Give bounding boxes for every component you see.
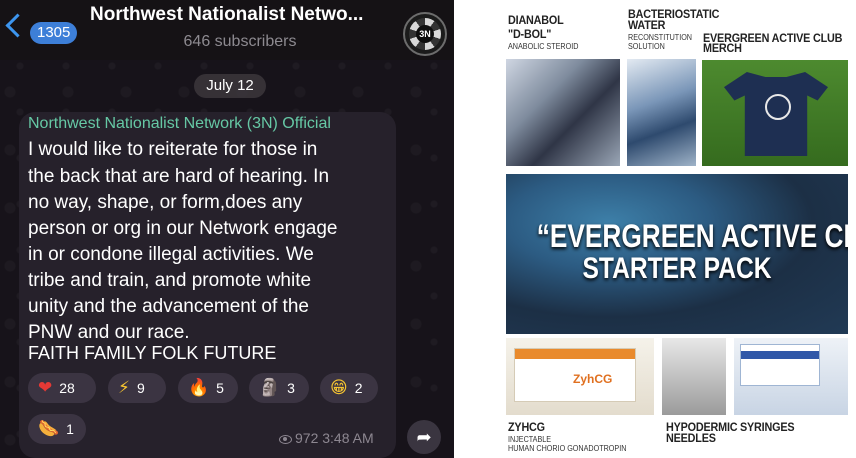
message-meta: 972 3:48 AM — [279, 430, 374, 446]
syringe-box-icon — [740, 344, 820, 386]
fire-icon: 🔥 — [188, 378, 210, 398]
message-line: the back that are hard of hearing. In — [28, 166, 330, 187]
share-arrow-icon: ➦ — [416, 427, 432, 447]
grin-icon: 😁 — [330, 378, 348, 398]
zyhcg-photo: ZyhCG — [506, 338, 654, 415]
reaction-grin[interactable]: 😁 2 — [320, 373, 378, 403]
message-sender[interactable]: Northwest Nationalist Network (3N) Offic… — [28, 115, 331, 133]
reaction-count: 5 — [216, 380, 224, 396]
channel-title[interactable]: Northwest Nationalist Netwo... — [90, 4, 390, 26]
reaction-count: 28 — [59, 380, 75, 396]
reaction-lightning[interactable]: ⚡ 9 — [108, 373, 166, 403]
zyhcg-subtitle-line2: HUMAN CHORIO GONADOTROPIN — [508, 444, 627, 453]
back-chevron-icon[interactable] — [5, 13, 30, 38]
zyhcg-box-icon: ZyhCG — [514, 348, 636, 402]
reaction-count: 9 — [136, 380, 145, 396]
message-line: I would like to reiterate for those in — [28, 139, 318, 160]
dianabol-photo — [506, 59, 620, 166]
eye-icon — [279, 434, 292, 444]
starter-title: “EVERGREEN ACTIVE CLUB” — [536, 218, 848, 254]
water-subtitle: RECONSTITUTION — [628, 33, 692, 42]
water-photo — [627, 59, 696, 166]
message-line: in or condone illegal activities. We — [28, 244, 314, 265]
message-line: no way, shape, or form,does any — [28, 192, 303, 213]
zyhcg-box-label: ZyhCG — [573, 372, 613, 386]
needles-photo — [662, 338, 726, 415]
box-stripe — [515, 349, 635, 359]
reaction-hotdog[interactable]: 🌭 1 — [28, 414, 86, 444]
heart-icon: ❤ — [38, 378, 53, 398]
subscriber-count: 646 subscribers — [183, 33, 297, 50]
dianabol-subtitle: ANABOLIC STEROID — [508, 42, 579, 51]
date-separator: July 12 — [194, 74, 266, 98]
tshirt-photo — [702, 60, 848, 166]
water-label-line2: WATER — [628, 18, 666, 32]
message-line: PNW and our race. — [28, 322, 190, 343]
moai-icon: 🗿 — [259, 378, 281, 398]
syringes-label: SYRINGES — [740, 420, 795, 434]
lightning-icon: ⚡ — [118, 378, 130, 398]
unread-count-badge[interactable]: 1305 — [30, 22, 78, 44]
reaction-heart[interactable]: ❤ 28 — [28, 373, 96, 403]
promo-image: DIANABOL "D-BOL" ANABOLIC STEROID BACTER… — [496, 0, 856, 458]
reaction-count: 2 — [354, 380, 363, 396]
reaction-count: 1 — [66, 421, 74, 437]
chat-header: 1305 Northwest Nationalist Netwo... 646 … — [0, 0, 454, 60]
starter-subtitle: STARTER PACK — [582, 252, 772, 285]
reaction-fire[interactable]: 🔥 5 — [178, 373, 238, 403]
message-line: unity and the advancement of the — [28, 296, 309, 317]
message-line: FAITH FAMILY FOLK FUTURE — [28, 343, 277, 363]
needles-label-line2: NEEDLES — [666, 431, 716, 445]
channel-avatar[interactable]: 3N — [403, 12, 447, 56]
chat-screenshot: 1305 Northwest Nationalist Netwo... 646 … — [0, 0, 454, 458]
message-line: tribe and train, and promote white — [28, 270, 312, 291]
reaction-moai[interactable]: 🗿 3 — [249, 373, 309, 403]
box-band — [741, 351, 819, 359]
zyhcg-label: ZYHCG — [508, 420, 545, 434]
hotdog-icon: 🌭 — [38, 419, 60, 439]
syringes-photo — [734, 338, 848, 415]
views-and-time: 972 3:48 AM — [295, 430, 374, 446]
dianabol-nickname: "D-BOL" — [508, 27, 552, 41]
starter-pack-photo: “EVERGREEN ACTIVE CLUB” STARTER PACK — [506, 174, 848, 334]
message-line: person or org in our Network engage — [28, 218, 338, 239]
merch-label-line2: MERCH — [703, 41, 742, 55]
avatar-initials: 3N — [416, 25, 434, 43]
share-button[interactable]: ➦ — [407, 420, 441, 454]
dianabol-label: DIANABOL — [508, 13, 564, 27]
water-subtitle-line2: SOLUTION — [628, 42, 665, 51]
reaction-count: 3 — [287, 380, 295, 396]
zyhcg-subtitle: INJECTABLE — [508, 435, 552, 444]
club-logo-icon — [765, 94, 791, 120]
